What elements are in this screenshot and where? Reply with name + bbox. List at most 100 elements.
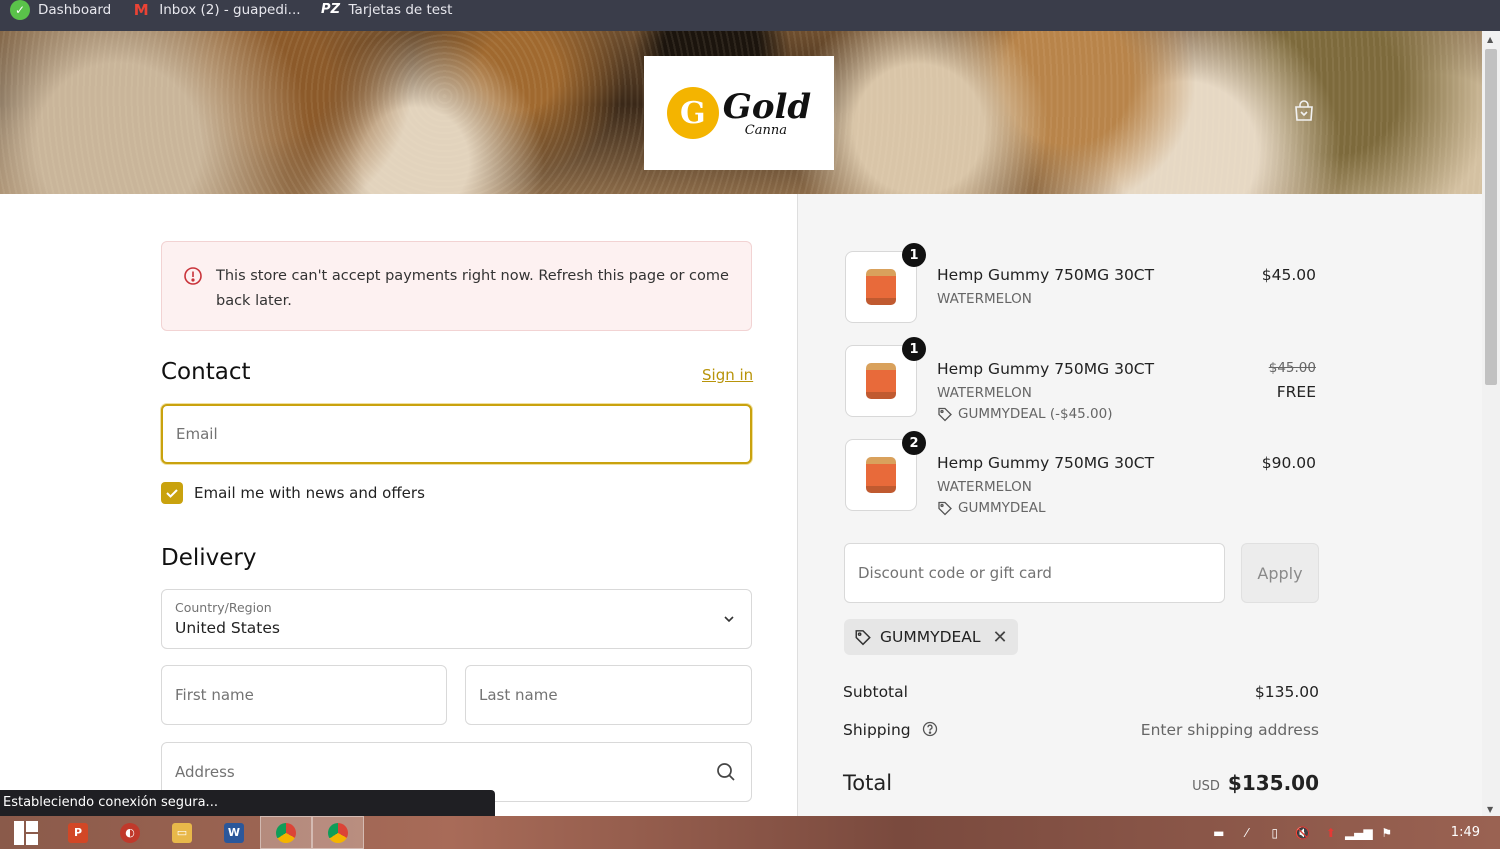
newsletter-label[interactable]: Email me with news and offers [194, 484, 425, 502]
newsletter-checkbox[interactable] [161, 482, 183, 504]
logo-canna-text: Canna [744, 122, 787, 138]
subtotal-label: Subtotal [843, 683, 908, 701]
country-label: Country/Region [175, 600, 272, 615]
chrome-icon [276, 822, 296, 843]
powerpoint-icon: P [68, 822, 88, 843]
tag-icon [855, 630, 871, 646]
cart-line-item: 1 Hemp Gummy 750MG 30CT WATERMELON GUMMY… [845, 337, 1320, 435]
windows-taskbar: P ◐ ▭ W ▬ ⁄ ▯ 🔇 ⬆ ▂▄▆ ⚑ 1:49 [0, 816, 1500, 849]
tag-icon [938, 501, 952, 516]
email-input[interactable] [163, 406, 750, 462]
total-value: $135.00 [1227, 771, 1319, 795]
chevron-down-icon [724, 616, 734, 623]
discount-text: GUMMYDEAL (-$45.00) [958, 406, 1113, 422]
tag-icon [938, 407, 952, 422]
contact-heading: Contact [161, 359, 251, 385]
taskbar-word[interactable]: W [208, 816, 260, 849]
store-logo[interactable]: G Gold Canna [644, 56, 834, 170]
subtotal-row: Subtotal $135.00 [843, 683, 1319, 701]
clock[interactable]: 1:49 [1451, 825, 1480, 840]
network-signal-icon[interactable]: ▂▄▆ [1345, 825, 1373, 841]
line-price: $90.00 [1261, 454, 1316, 472]
taskbar-chrome-1[interactable] [260, 816, 312, 849]
drive-icon[interactable]: ▬ [1211, 825, 1227, 841]
email-field[interactable] [161, 404, 752, 464]
delivery-heading: Delivery [161, 545, 257, 571]
total-row: Total USD $135.00 [843, 771, 1319, 795]
quantity-badge: 1 [902, 243, 926, 267]
line-discount: GUMMYDEAL [937, 500, 1046, 516]
product-name: Hemp Gummy 750MG 30CT [937, 266, 1155, 284]
alert-text: This store can't accept payments right n… [216, 268, 729, 309]
action-center-flag-icon[interactable]: ⚑ [1379, 825, 1395, 841]
country-select[interactable]: Country/Region United States [161, 589, 752, 649]
app-icon: ◐ [120, 822, 140, 843]
checkout-form: This store can't accept payments right n… [0, 194, 797, 816]
discount-code-field[interactable] [844, 543, 1225, 603]
bookmark-inbox[interactable]: M Inbox (2) - guapedi... [131, 0, 301, 31]
product-variant: WATERMELON [937, 385, 1032, 401]
chrome-icon [328, 822, 348, 843]
system-tray: ▬ ⁄ ▯ 🔇 ⬆ ▂▄▆ ⚑ 1:49 [1211, 816, 1500, 849]
country-value: United States [175, 619, 280, 637]
bookmarks-bar: ✓ Dashboard M Inbox (2) - guapedi... PZ … [0, 0, 1500, 31]
shipping-label: Shipping [843, 721, 911, 739]
taskbar-powerpoint[interactable]: P [52, 816, 104, 849]
taskbar-app[interactable]: ◐ [104, 816, 156, 849]
logo-gold-text: Gold [722, 86, 812, 127]
dashboard-icon: ✓ [10, 0, 30, 20]
order-summary: 1 Hemp Gummy 750MG 30CT WATERMELON $45.0… [797, 194, 1482, 816]
discount-code-input[interactable] [845, 544, 1224, 602]
first-name-field[interactable] [161, 665, 447, 725]
gmail-icon: M [133, 0, 149, 19]
shopping-bag-icon[interactable] [1292, 99, 1316, 123]
applied-discount-chip: GUMMYDEAL ✕ [844, 619, 1018, 655]
product-variant: WATERMELON [937, 479, 1032, 495]
first-name-input[interactable] [162, 666, 446, 724]
bookmark-dashboard[interactable]: ✓ Dashboard [10, 0, 111, 31]
taskbar-file-explorer[interactable]: ▭ [156, 816, 208, 849]
page-scrollbar[interactable]: ▲ ▼ [1482, 31, 1500, 816]
bookmark-label: Tarjetas de test [348, 1, 453, 18]
gummy-jar-image [866, 269, 896, 305]
pen-icon[interactable]: ⁄ [1239, 825, 1255, 841]
word-icon: W [224, 822, 244, 843]
scroll-thumb[interactable] [1485, 49, 1497, 385]
folder-icon: ▭ [172, 822, 192, 843]
help-circle-icon[interactable] [922, 721, 938, 737]
update-icon[interactable]: ⬆ [1323, 825, 1339, 841]
scroll-down-arrow-icon[interactable]: ▼ [1487, 805, 1493, 814]
line-price: FREE [1276, 383, 1316, 401]
logo-mark-icon: G [666, 87, 719, 139]
start-button[interactable] [0, 816, 52, 849]
discount-text: GUMMYDEAL [958, 500, 1046, 516]
sign-in-link[interactable]: Sign in [702, 366, 753, 384]
scroll-up-arrow-icon[interactable]: ▲ [1487, 35, 1493, 44]
cart-line-item: 2 Hemp Gummy 750MG 30CT WATERMELON GUMMY… [845, 431, 1320, 529]
last-name-field[interactable] [465, 665, 752, 725]
taskbar-chrome-2[interactable] [312, 816, 364, 849]
line-discount: GUMMYDEAL (-$45.00) [937, 406, 1113, 422]
payment-alert: This store can't accept payments right n… [161, 241, 752, 331]
applied-code-text: GUMMYDEAL [880, 628, 981, 646]
total-currency: USD [1192, 779, 1220, 794]
line-price: $45.00 [1261, 266, 1316, 284]
product-name: Hemp Gummy 750MG 30CT [937, 454, 1155, 472]
shipping-value: Enter shipping address [1140, 721, 1319, 739]
cart-line-item: 1 Hemp Gummy 750MG 30CT WATERMELON $45.0… [845, 243, 1320, 331]
quantity-badge: 2 [902, 431, 926, 455]
apply-discount-button[interactable]: Apply [1241, 543, 1319, 603]
browser-status-bar: Estableciendo conexión segura... [0, 790, 495, 816]
shipping-row: Shipping Enter shipping address [843, 721, 1319, 739]
pz-icon: PZ [321, 2, 341, 17]
device-icon[interactable]: ▯ [1267, 825, 1283, 841]
bookmark-label: Inbox (2) - guapedi... [159, 1, 301, 18]
hero-banner: G Gold Canna [0, 31, 1482, 194]
bookmark-tarjetas[interactable]: PZ Tarjetas de test [321, 0, 453, 31]
bookmark-label: Dashboard [38, 1, 112, 18]
volume-muted-icon[interactable]: 🔇 [1295, 825, 1311, 841]
checkmark-icon [166, 489, 178, 498]
last-name-input[interactable] [466, 666, 751, 724]
remove-discount-close-icon[interactable]: ✕ [993, 627, 1008, 648]
search-icon[interactable] [715, 761, 737, 783]
